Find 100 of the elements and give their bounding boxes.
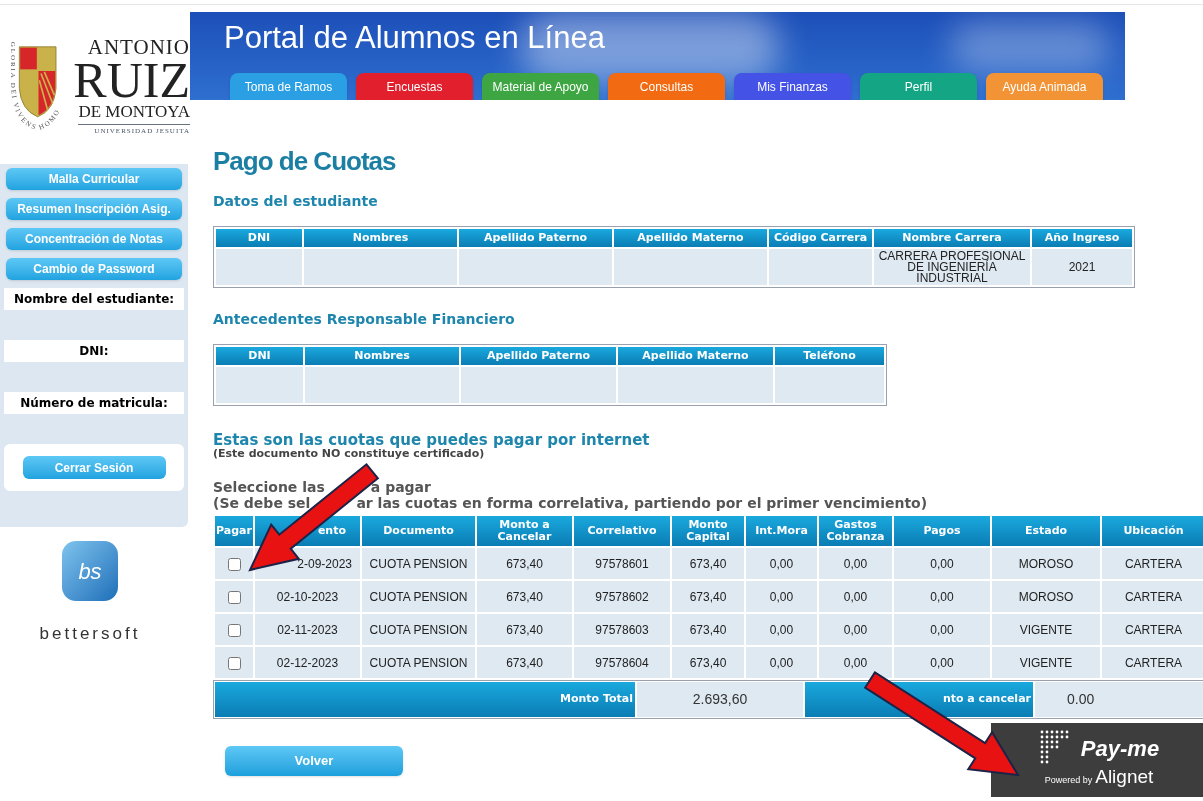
provider-name: Alignet [1095, 767, 1154, 787]
nav-tab[interactable]: Mis Finanzas [734, 73, 851, 100]
university-name: DE MONTOYA [78, 101, 190, 125]
section-heading: Antecedentes Responsable Financiero [213, 310, 516, 329]
column-header: Nombre Carrera [874, 229, 1030, 247]
sidebar-button[interactable]: Cambio de Password [6, 258, 182, 280]
table-cell: 02-12-2023 [255, 647, 360, 678]
table-cell: 0,00 [746, 581, 817, 612]
back-button[interactable]: Volver [225, 746, 403, 776]
table-cell: CARTERA [1102, 581, 1203, 612]
table-cell: 97578604 [574, 647, 670, 678]
table-cell: 0,00 [894, 548, 990, 579]
table-cell: 0,00 [819, 647, 892, 678]
table-cell: 0,00 [894, 581, 990, 612]
portal-title: Portal de Alumnos en Línea [224, 20, 605, 56]
logout-button[interactable]: Cerrar Sesión [22, 456, 166, 479]
table-cell: 97578602 [574, 581, 670, 612]
column-header: Pagos [894, 516, 990, 546]
table-cell: 0,00 [894, 647, 990, 678]
university-name: RUIZ [73, 57, 190, 102]
table-cell: CARRERA PROFESIONAL DE INGENIERÍA INDUSTRIAL [874, 249, 1030, 285]
column-header: Año Ingreso [1032, 229, 1132, 247]
column-header: Estado [992, 516, 1100, 546]
checkbox[interactable] [227, 623, 241, 637]
column-header: Teléfono [775, 347, 884, 365]
table-cell: CUOTA PENSION [362, 614, 475, 645]
table-cell: 0,00 [819, 581, 892, 612]
table-cell: 0,00 [746, 614, 817, 645]
column-header: DNI [216, 347, 303, 365]
table-cell: 02-10-2023 [255, 581, 360, 612]
table-cell: 673,40 [477, 647, 572, 678]
field-label: Número de matricula: [4, 392, 184, 414]
table-cell: 673,40 [477, 548, 572, 579]
column-header: Monto a Cancelar [477, 516, 572, 546]
column-header: DNI [216, 229, 302, 247]
instruction-text: ar las cuotas en forma correlativa, partiendo por el primer vencimiento) [356, 495, 928, 511]
column-header: Ubicación [1102, 516, 1203, 546]
instruction-text: (Se debe sel [213, 495, 311, 511]
field-label: DNI: [4, 340, 184, 362]
column-header: Int.Mora [746, 516, 817, 546]
table-cell: CUOTA PENSION [362, 581, 475, 612]
column-header: Monto Capital [672, 516, 744, 546]
table-cell: 97578603 [574, 614, 670, 645]
table-cell: 673,40 [477, 581, 572, 612]
column-header: Apellido Materno [618, 347, 773, 365]
table-cell: MOROSO [992, 581, 1100, 612]
section-heading: Estas son las cuotas que puedes pagar por internet [213, 432, 651, 448]
instruction-text: Seleccione las [213, 479, 325, 495]
column-header: Correlativo [574, 516, 670, 546]
table-cell: VIGENTE [992, 647, 1100, 678]
table-cell: 673,40 [477, 614, 572, 645]
instruction-text: a pagar [370, 479, 431, 495]
table-cell: 673,40 [672, 614, 744, 645]
brand-name: Pay-me [1080, 734, 1160, 763]
table-cell: MOROSO [992, 548, 1100, 579]
page-title: Pago de Cuotas [213, 146, 397, 176]
table-cell: 0,00 [894, 614, 990, 645]
column-header: Documento [362, 516, 475, 546]
nav-tab[interactable]: Toma de Ramos [230, 73, 347, 100]
table-cell: 97578601 [574, 548, 670, 579]
table-cell: 0,00 [819, 548, 892, 579]
table-cell: 0,00 [746, 548, 817, 579]
table-cell: VIGENTE [992, 614, 1100, 645]
table-cell: CARTERA [1102, 548, 1203, 579]
nav-tab[interactable]: Consultas [608, 73, 725, 100]
vendor-name: bettersoft [39, 623, 141, 645]
nav-tab[interactable]: Encuestas [356, 73, 473, 100]
note-text: (Este documento NO constituye certificado) [213, 448, 485, 460]
column-header: Apellido Paterno [461, 347, 616, 365]
table-cell: 673,40 [672, 647, 744, 678]
column-header: Nombres [304, 229, 457, 247]
nav-tab[interactable]: Perfil [860, 73, 977, 100]
nav-tab[interactable]: Material de Apoyo [482, 73, 599, 100]
column-header: Gastos Cobranza [819, 516, 892, 546]
table-cell: CUOTA PENSION [362, 548, 475, 579]
column-header: Código Carrera [769, 229, 872, 247]
table-cell: 0,00 [819, 614, 892, 645]
table-cell: 2021 [1032, 249, 1132, 285]
checkbox[interactable] [227, 656, 241, 670]
amount-to-pay-value: 0.00 [1035, 682, 1203, 717]
cube-logo: bs [62, 541, 118, 601]
table-cell: 0,00 [746, 647, 817, 678]
nav-tab[interactable]: Ayuda Animada [986, 73, 1103, 100]
table-cell: 673,40 [672, 581, 744, 612]
table-cell: CARTERA [1102, 647, 1203, 678]
sidebar-button[interactable]: Malla Curricular [6, 168, 182, 190]
column-header: Pagar [215, 516, 253, 546]
column-header: Apellido Materno [614, 229, 767, 247]
sidebar-button[interactable]: Concentración de Notas [6, 228, 182, 250]
checkbox[interactable] [227, 557, 241, 571]
university-name: ANTONIO [87, 35, 190, 58]
sidebar-button[interactable]: Resumen Inscripción Asig. [6, 198, 182, 220]
total-value: 2.693,60 [637, 682, 803, 717]
checkbox[interactable] [227, 590, 241, 604]
table-cell: 673,40 [672, 548, 744, 579]
powered-by-text: Powered by [1044, 774, 1093, 787]
section-heading: Datos del estudiante [213, 192, 379, 211]
total-label: Monto Total [215, 682, 635, 717]
table-cell: 02-11-2023 [255, 614, 360, 645]
table-cell: CUOTA PENSION [362, 647, 475, 678]
